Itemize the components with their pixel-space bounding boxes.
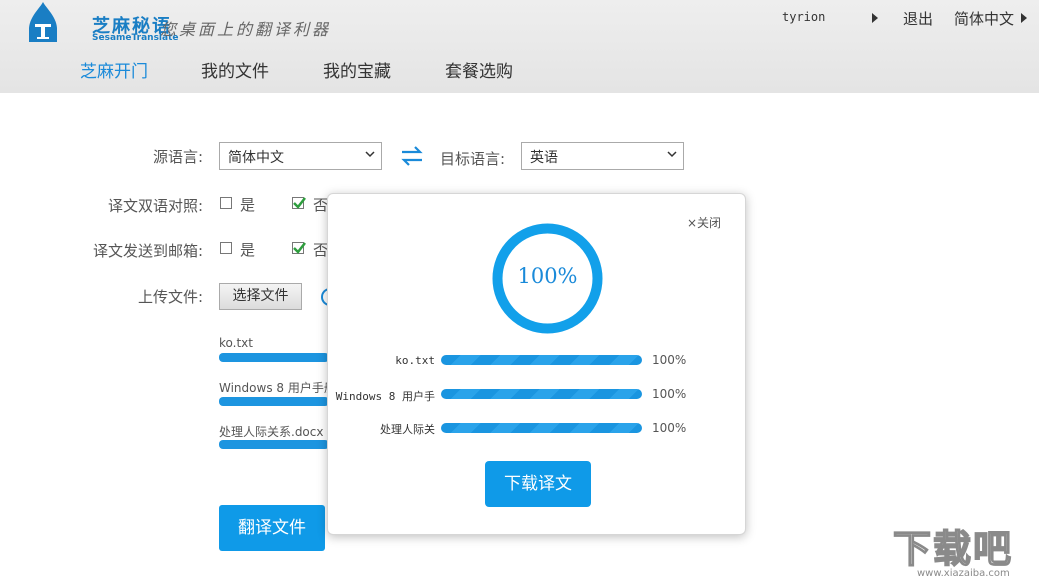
watermark-url: www.xiazaiba.com [917,568,1010,579]
email-yes-label: 是 [240,241,256,259]
chevron-down-icon [365,151,375,158]
bilingual-label: 译文双语对照: [107,197,203,215]
nav-item-my-files[interactable]: 我的文件 [201,57,269,82]
file-progress-bar [219,353,329,362]
bilingual-yes-checkbox[interactable] [220,197,232,209]
watermark: 下载吧 www.xiazaiba.com [892,518,1039,583]
bilingual-yes-label: 是 [240,196,256,214]
overall-progress-text: 100% [517,264,578,288]
logo-dome-icon [29,2,57,42]
nav-item-my-treasures[interactable]: 我的宝藏 [323,57,391,82]
bilingual-no-checkbox[interactable] [292,197,306,209]
file-progress-bar [219,440,329,449]
choose-file-button[interactable]: 选择文件 [219,283,302,310]
target-language-label: 目标语言: [440,150,506,168]
email-yes-checkbox[interactable] [220,242,232,254]
source-language-label: 源语言: [152,148,203,166]
email-no-checkbox[interactable] [292,242,306,254]
translate-file-button[interactable]: 翻译文件 [219,505,325,551]
file-name: 处理人际关系.docx [219,425,324,439]
file-row-percent: 100% [652,421,687,435]
file-name: ko.txt [219,336,253,350]
app-logo[interactable]: 芝麻秘语 SesameTranslate [26,2,179,46]
nav-item-zhima-kaimen[interactable]: 芝麻开门 [80,57,148,82]
email-label: 译文发送到邮箱: [92,242,203,260]
username-link[interactable]: tyrion [782,10,825,24]
file-row-percent: 100% [652,353,687,367]
file-row-label: 处理人际关 [380,423,435,436]
target-language-select[interactable]: 英语 [521,142,684,170]
file-row-label: ko.txt [395,354,435,367]
file-row-progress-bar [441,355,642,365]
file-progress-bar [219,397,329,406]
slogan: 您桌面上的翻译利器 [160,20,332,39]
source-language-select[interactable]: 简体中文 [219,142,382,170]
email-no-label: 否 [313,241,329,259]
source-language-value: 简体中文 [228,150,284,166]
target-language-value: 英语 [530,150,558,166]
file-name: Windows 8 用户手册 [219,381,336,395]
bilingual-no-label: 否 [313,196,329,214]
swap-languages-icon[interactable] [400,146,424,166]
checkmark-icon [293,242,306,254]
download-translation-button[interactable]: 下载译文 [485,461,591,507]
language-selector[interactable]: 简体中文 [954,8,1014,29]
user-menu-arrow-icon[interactable] [872,13,878,23]
nav-item-packages[interactable]: 套餐选购 [445,57,513,82]
file-row-progress-bar [441,389,642,399]
header: 芝麻秘语 SesameTranslate 您桌面上的翻译利器 tyrion 退出… [0,0,1039,93]
close-button[interactable]: ×关闭 [687,214,721,231]
file-row-progress-bar [441,423,642,433]
file-row-label: Windows 8 用户手 [335,390,435,403]
language-menu-arrow-icon[interactable] [1021,13,1027,23]
chevron-down-icon [667,151,677,158]
progress-dialog: ×关闭 100% ko.txt 100% Windows 8 用户手 100% … [327,193,746,535]
logout-link[interactable]: 退出 [903,8,933,29]
watermark-logo: 下载吧 [892,526,1014,572]
checkmark-icon [293,197,306,209]
file-row-percent: 100% [652,387,687,401]
upload-label: 上传文件: [137,288,203,306]
